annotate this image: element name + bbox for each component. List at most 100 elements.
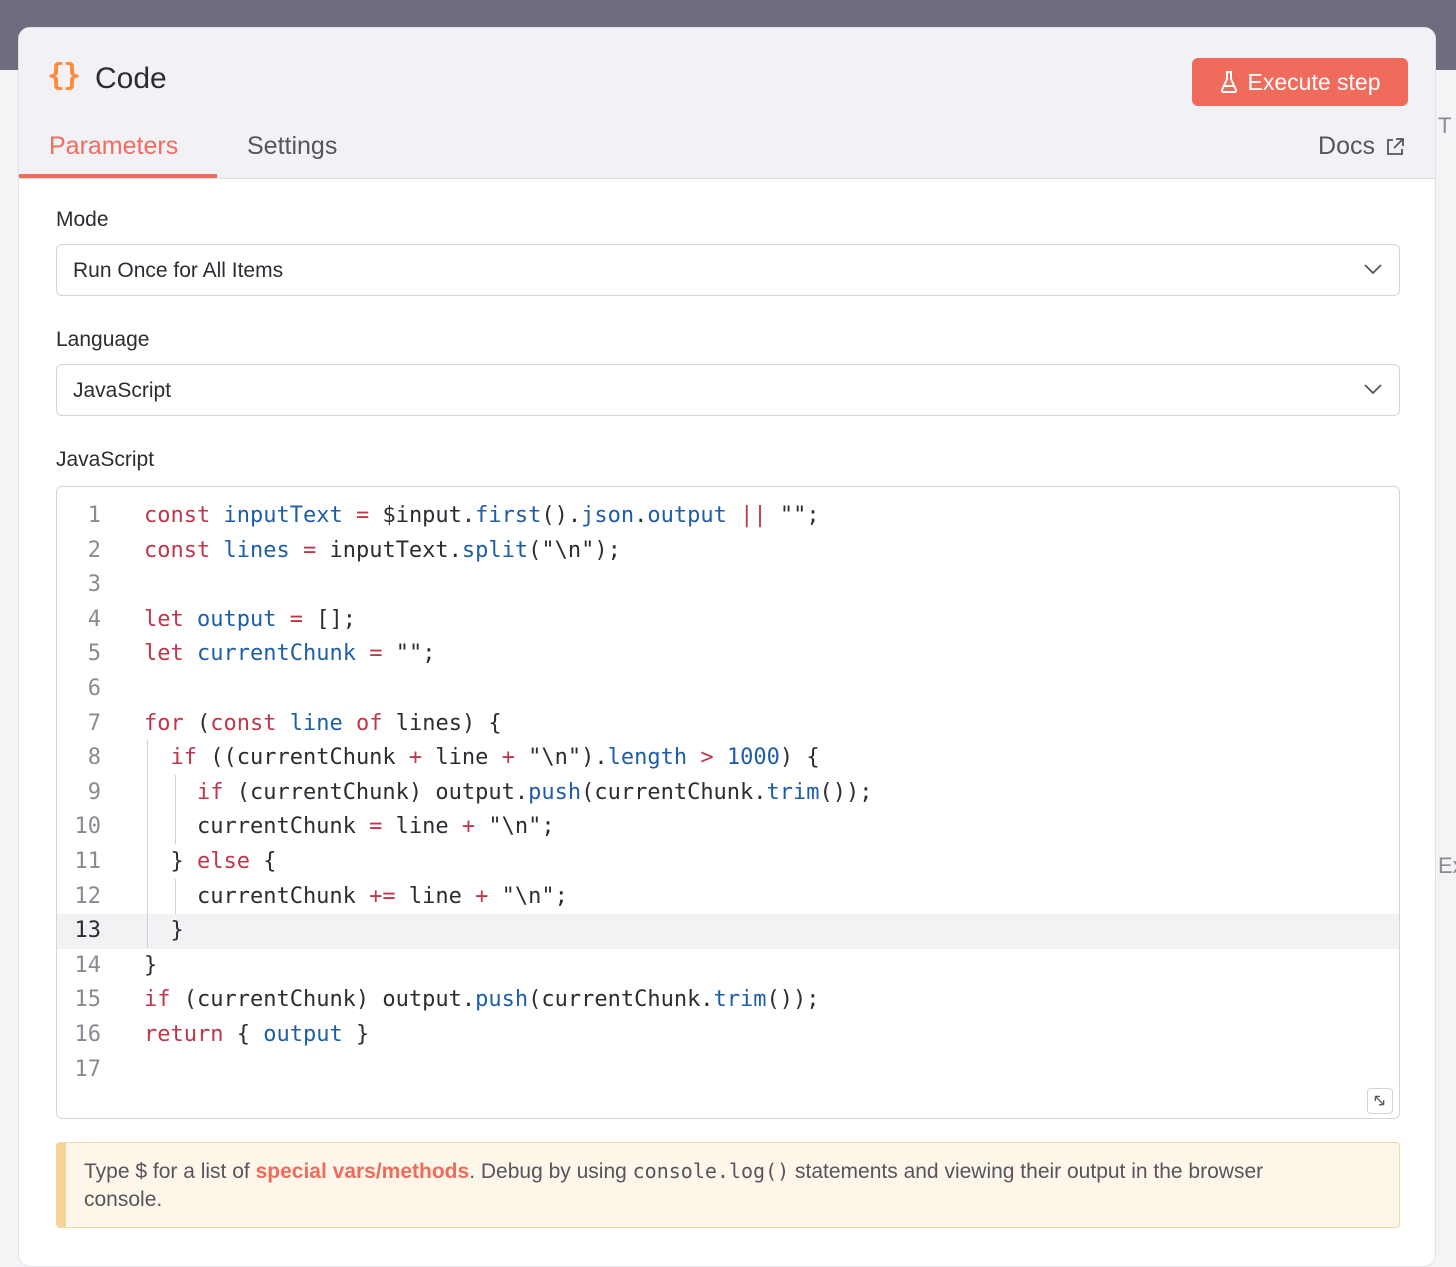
chevron-down-icon <box>1364 264 1382 275</box>
code-line[interactable]: 6 <box>57 672 1399 707</box>
code-text: const inputText = $input.first().json.ou… <box>144 499 820 534</box>
code-token: (currentChunk. <box>581 779 767 805</box>
code-text: currentChunk = line + "\n"; <box>144 810 555 845</box>
code-token: ()); <box>766 987 820 1013</box>
code-token: if <box>170 745 198 771</box>
code-line[interactable]: 10 currentChunk = line + "\n"; <box>57 810 1399 845</box>
background-canvas <box>1438 70 1456 1252</box>
code-token: . <box>634 503 648 528</box>
edge-letter: T <box>1438 113 1452 138</box>
code-token: first <box>475 503 542 528</box>
code-token: return <box>144 1022 224 1047</box>
docs-link[interactable]: Docs <box>1318 132 1405 161</box>
code-line[interactable]: 8 if ((currentChunk + line + "\n").lengt… <box>57 741 1399 776</box>
code-token: += <box>369 883 396 909</box>
code-line[interactable]: 7 for (const line of lines) { <box>57 707 1399 742</box>
code-line[interactable]: 14} <box>57 949 1399 984</box>
code-token: ( <box>183 710 211 736</box>
indent-guide <box>147 740 148 948</box>
code-token: trim <box>713 987 767 1013</box>
line-number: 16 <box>74 1022 102 1047</box>
hint-text-start: Type $ for a list of <box>84 1160 256 1183</box>
code-token: } <box>144 952 158 978</box>
node-panel: {} Code Execute step Parameters Settings… <box>18 27 1436 1267</box>
code-line[interactable]: 5 let currentChunk = ""; <box>57 637 1399 672</box>
code-line[interactable]: 17 <box>57 1053 1399 1088</box>
code-text: if (currentChunk) output.push(currentChu… <box>144 983 820 1018</box>
code-line[interactable]: 1 const inputText = $input.first().json.o… <box>57 499 1399 534</box>
code-token: trim <box>766 779 820 805</box>
code-line[interactable]: 15 if (currentChunk) output.push(currentC… <box>57 983 1399 1018</box>
code-token: + <box>501 745 515 771</box>
code-token: output <box>263 1022 343 1047</box>
line-number: 9 <box>87 779 101 805</box>
code-line[interactable]: 3 <box>57 568 1399 603</box>
code-token: line <box>382 814 462 840</box>
console-log-code: console.log() <box>632 1159 790 1183</box>
code-token: line <box>395 883 476 909</box>
code-line[interactable]: 4 let output = []; <box>57 603 1399 638</box>
code-token: else <box>196 849 250 874</box>
code-token: json <box>581 503 635 528</box>
node-title: Code <box>95 62 167 95</box>
code-token: ("\n"); <box>528 537 621 563</box>
code-line[interactable]: 16 return { output } <box>57 1018 1399 1053</box>
code-token: + <box>461 814 476 840</box>
code-line[interactable]: 11 } else { <box>57 845 1399 880</box>
code-line[interactable]: 2 const lines = inputText.split("\n"); <box>57 534 1399 569</box>
code-token: of <box>355 710 383 736</box>
code-token: length <box>607 745 688 771</box>
language-select[interactable]: JavaScript <box>56 364 1400 416</box>
code-editor[interactable]: 17 16 return { output } 15 if (currentChunk)… <box>56 486 1400 1119</box>
code-token: if <box>144 987 171 1013</box>
code-token: line <box>422 745 502 771</box>
code-line[interactable]: 9 if (currentChunk) output.push(currentC… <box>57 776 1399 811</box>
line-number: 14 <box>74 952 102 978</box>
active-tab-indicator <box>19 174 217 178</box>
code-editor-label: JavaScript <box>56 448 155 471</box>
code-token: output <box>197 606 277 632</box>
code-token: } <box>342 1022 370 1047</box>
special-vars-link[interactable]: special vars/methods <box>256 1160 470 1183</box>
line-number: 8 <box>87 745 101 771</box>
code-text: } else { <box>144 845 276 880</box>
code-token: "\n"). <box>514 745 608 771</box>
code-text: const lines = inputText.split("\n"); <box>144 534 621 569</box>
mode-select[interactable]: Run Once for All Items <box>56 244 1400 296</box>
code-token: = <box>355 503 370 528</box>
docs-label: Docs <box>1318 132 1375 160</box>
code-token: } <box>144 918 184 944</box>
execute-step-button[interactable]: Execute step <box>1192 58 1408 106</box>
code-token: ) { <box>779 745 820 771</box>
code-token: 1000 <box>726 745 780 771</box>
code-token: inputText <box>223 503 343 528</box>
code-token: lines) { <box>382 710 502 736</box>
code-line[interactable]: 13 } <box>57 914 1399 949</box>
code-token: + <box>408 745 423 771</box>
tab-settings[interactable]: Settings <box>247 132 337 161</box>
code-line[interactable]: 12 currentChunk += line + "\n"; <box>57 880 1399 915</box>
code-token: push <box>528 779 582 805</box>
code-token: (currentChunk) output. <box>170 987 476 1013</box>
code-token: if <box>196 779 224 805</box>
code-token: { <box>249 849 277 874</box>
code-token: ()); <box>819 779 873 805</box>
resize-icon[interactable] <box>1367 1088 1393 1114</box>
line-number: 10 <box>74 814 102 840</box>
language-value: JavaScript <box>73 379 172 402</box>
code-token: $input. <box>369 503 476 528</box>
line-number: 7 <box>87 710 101 736</box>
code-token: []; <box>302 606 356 632</box>
line-number: 4 <box>87 606 101 632</box>
tab-parameters[interactable]: Parameters <box>49 132 178 161</box>
code-token: currentChunk <box>197 641 356 667</box>
code-token: = <box>289 606 303 632</box>
code-text: } <box>144 914 184 949</box>
